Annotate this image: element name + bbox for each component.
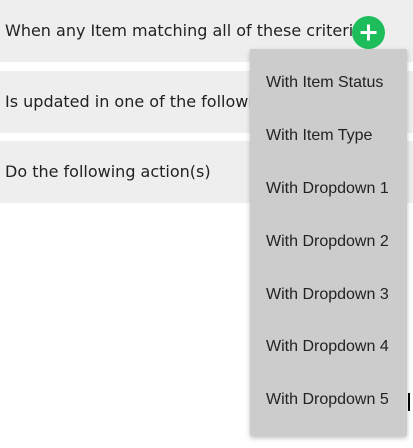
menu-item-dropdown-3[interactable]: With Dropdown 3 xyxy=(266,286,389,304)
criteria-section-label: When any Item matching all of these crit… xyxy=(5,21,364,40)
criteria-dropdown-menu: With Item Status With Item Type With Dro… xyxy=(250,49,407,436)
menu-item-dropdown-1[interactable]: With Dropdown 1 xyxy=(266,180,389,198)
menu-item-item-type[interactable]: With Item Type xyxy=(266,127,372,145)
add-criteria-button[interactable] xyxy=(352,16,385,49)
plus-icon xyxy=(360,24,377,41)
menu-item-dropdown-4[interactable]: With Dropdown 4 xyxy=(266,338,389,356)
menu-item-dropdown-2[interactable]: With Dropdown 2 xyxy=(266,233,389,251)
menu-item-dropdown-5[interactable]: With Dropdown 5 xyxy=(266,391,389,409)
rule-builder: When any Item matching all of these crit… xyxy=(0,0,413,448)
menu-item-item-status[interactable]: With Item Status xyxy=(266,74,383,92)
actions-section-label: Do the following action(s) xyxy=(5,162,211,181)
text-cursor xyxy=(408,393,410,411)
